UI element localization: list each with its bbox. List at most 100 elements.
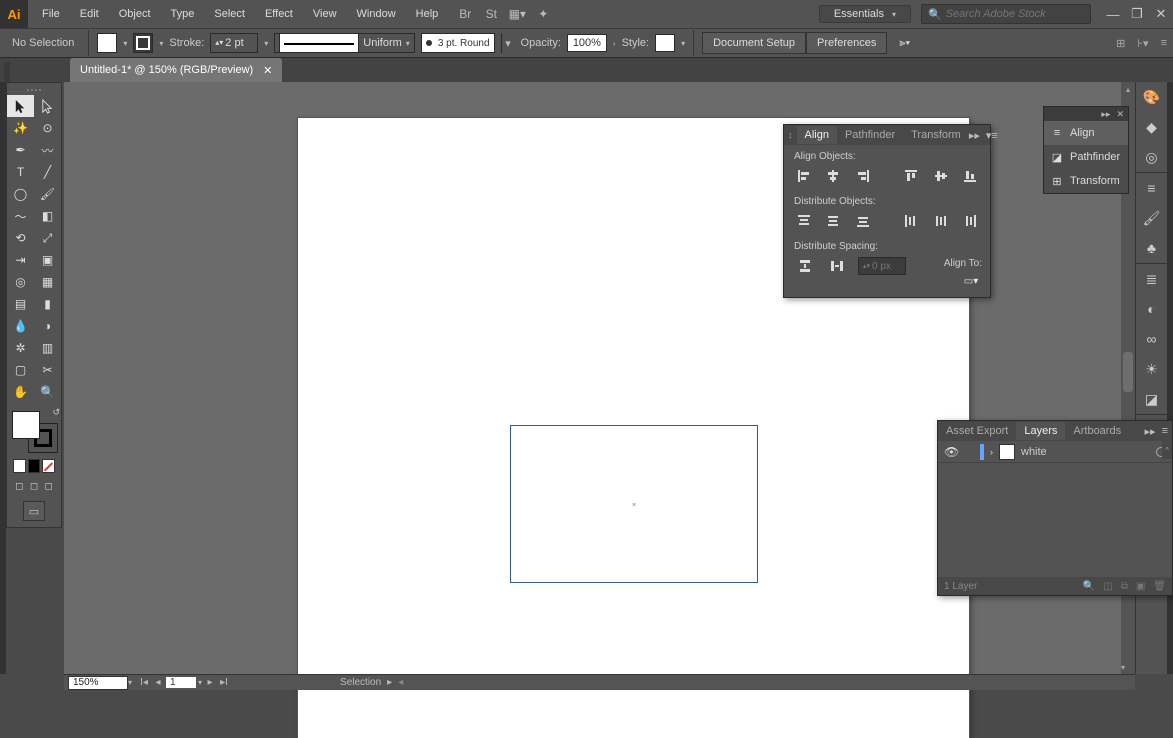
fill-stroke-control[interactable]: ↺ xyxy=(10,409,58,453)
chevron-down-icon[interactable]: ▾ xyxy=(128,678,132,687)
new-layer-icon[interactable]: ▣ xyxy=(1136,581,1145,592)
type-tool[interactable]: T xyxy=(7,161,34,183)
mesh-tool[interactable]: ▤ xyxy=(7,293,34,315)
color-themes-icon[interactable]: ◎ xyxy=(1142,148,1162,166)
pen-tool[interactable]: ✒ xyxy=(7,139,34,161)
align-vcenter-icon[interactable] xyxy=(931,166,951,186)
free-transform-tool[interactable]: ▣ xyxy=(34,249,61,271)
gradient-panel-icon[interactable]: ◐ xyxy=(1142,300,1162,318)
shape-builder-tool[interactable]: ◎ xyxy=(7,271,34,293)
eyedropper-tool[interactable]: 💧 xyxy=(7,315,34,337)
first-artboard-icon[interactable]: I◂ xyxy=(138,677,150,688)
menu-help[interactable]: Help xyxy=(408,3,447,25)
next-artboard-icon[interactable]: ▸ xyxy=(204,677,216,688)
preferences-button[interactable]: Preferences xyxy=(806,32,887,54)
clip-mask-icon[interactable]: ◫ xyxy=(1103,581,1112,592)
scale-tool[interactable]: ⤢ xyxy=(34,227,61,249)
hdist-center-icon[interactable] xyxy=(931,211,951,231)
menu-view[interactable]: View xyxy=(305,3,345,25)
brush-profile-dropdown[interactable]: 3 pt. Round xyxy=(421,33,495,53)
hdist-right-icon[interactable] xyxy=(960,211,980,231)
selection-tool[interactable] xyxy=(7,95,34,117)
transform-tab[interactable]: Transform xyxy=(903,126,969,144)
spacing-input[interactable]: ▴▾ 0 px xyxy=(858,257,906,275)
align-dropdown-icon[interactable]: ⊦▾ xyxy=(1137,37,1148,50)
bridge-icon[interactable]: Br xyxy=(456,6,474,22)
gradient-tool[interactable]: ▮ xyxy=(34,293,61,315)
fill-color[interactable] xyxy=(12,411,40,439)
scroll-up-icon[interactable]: ^ xyxy=(1162,441,1172,459)
appearance-panel-icon[interactable]: ☀ xyxy=(1142,360,1162,378)
chevron-right-icon[interactable]: › xyxy=(613,39,616,48)
document-tab[interactable]: Untitled-1* @ 150% (RGB/Preview) ✕ xyxy=(70,58,282,82)
cc-libraries-icon[interactable]: ∞ xyxy=(1142,330,1162,348)
stroke-swatch[interactable] xyxy=(133,33,153,53)
layers-tab[interactable]: Layers xyxy=(1016,422,1065,440)
menu-type[interactable]: Type xyxy=(163,3,203,25)
perspective-tool[interactable]: ▦ xyxy=(34,271,61,293)
status-dropdown-icon[interactable]: ▸ xyxy=(387,677,392,688)
artboards-tab[interactable]: Artboards xyxy=(1065,422,1129,440)
chevron-down-icon[interactable]: ▾ xyxy=(501,33,515,53)
shape-panel-icon[interactable]: ◆ xyxy=(1142,118,1162,136)
align-to-dropdown[interactable]: ▭▾ xyxy=(960,271,982,291)
menu-file[interactable]: File xyxy=(34,3,68,25)
blend-tool[interactable]: ◑ xyxy=(34,315,61,337)
panel-tab-transform[interactable]: ⊞ Transform xyxy=(1044,169,1128,193)
draw-behind-icon[interactable]: ◻ xyxy=(28,479,41,493)
line-tool[interactable]: ╱ xyxy=(34,161,61,183)
close-panel-icon[interactable]: ✕ xyxy=(1116,109,1124,120)
hspace-icon[interactable] xyxy=(826,256,848,276)
hand-tool[interactable]: ✋ xyxy=(7,381,34,403)
panel-menu-icon[interactable]: ≡ xyxy=(1162,425,1168,438)
asset-export-tab[interactable]: Asset Export xyxy=(938,422,1016,440)
tabstrip-grip[interactable] xyxy=(4,62,10,82)
visibility-icon[interactable]: 👁 xyxy=(944,445,958,459)
color-normal[interactable] xyxy=(13,459,26,473)
draw-normal-icon[interactable]: ◻ xyxy=(13,479,26,493)
snap-pixel-icon[interactable]: ⊞ xyxy=(1116,37,1125,50)
gpu-icon[interactable]: ✦ xyxy=(534,6,552,22)
brushes-panel-icon[interactable]: 🖌 xyxy=(1142,209,1162,227)
restore-button[interactable]: ❐ xyxy=(1125,2,1149,26)
panel-menu-icon[interactable]: ▾≡ xyxy=(986,129,998,142)
delete-layer-icon[interactable]: 🗑 xyxy=(1153,581,1166,592)
graph-tool[interactable]: ▥ xyxy=(34,337,61,359)
align-tab[interactable]: Align xyxy=(797,126,837,144)
scroll-up-icon[interactable]: ▴ xyxy=(1121,82,1135,96)
scroll-thumb[interactable] xyxy=(1123,352,1133,392)
vdist-bottom-icon[interactable] xyxy=(853,211,873,231)
symbol-sprayer-tool[interactable]: ✲ xyxy=(7,337,34,359)
control-menu-icon[interactable]: ≡ xyxy=(1161,37,1167,49)
menu-object[interactable]: Object xyxy=(111,3,159,25)
pathfinder-tab[interactable]: Pathfinder xyxy=(837,126,903,144)
swap-fill-stroke-icon[interactable]: ↺ xyxy=(52,407,60,418)
hdist-left-icon[interactable] xyxy=(901,211,921,231)
rotate-tool[interactable]: ⟲ xyxy=(7,227,34,249)
direct-selection-tool[interactable] xyxy=(34,95,61,117)
chevron-down-icon[interactable]: ▾ xyxy=(159,39,163,48)
magic-wand-tool[interactable]: ✨ xyxy=(7,117,34,139)
draw-inside-icon[interactable]: ◻ xyxy=(42,479,55,493)
collapse-icon[interactable]: ↕ xyxy=(784,130,797,140)
close-tab-icon[interactable]: ✕ xyxy=(263,64,272,77)
expand-icon[interactable]: ▸▸ xyxy=(1145,425,1156,438)
lasso-tool[interactable]: ⊙ xyxy=(34,117,61,139)
workspace-switcher[interactable]: Essentials ▾ xyxy=(819,5,911,23)
search-input[interactable] xyxy=(946,8,1076,20)
align-hcenter-icon[interactable] xyxy=(824,166,844,186)
arrange-docs-icon[interactable]: ▦▾ xyxy=(508,6,526,22)
document-setup-button[interactable]: Document Setup xyxy=(702,32,806,54)
stroke-panel-icon[interactable]: ≡ xyxy=(1142,179,1162,197)
color-panel-icon[interactable]: 🎨 xyxy=(1142,88,1162,106)
expand-layer-icon[interactable]: › xyxy=(990,447,993,457)
last-artboard-icon[interactable]: ▸I xyxy=(218,677,230,688)
paintbrush-tool[interactable]: 🖌 xyxy=(34,183,61,205)
vdist-top-icon[interactable] xyxy=(794,211,814,231)
zoom-input[interactable]: 150% xyxy=(68,676,128,690)
eraser-tool[interactable]: ◧ xyxy=(34,205,61,227)
flat-panel-icon[interactable]: ≣ xyxy=(1142,270,1162,288)
zoom-tool[interactable]: 🔍 xyxy=(34,381,61,403)
collapse-icon[interactable]: ▸▸ xyxy=(1101,109,1110,120)
expand-icon[interactable]: ▸▸ xyxy=(969,129,980,142)
